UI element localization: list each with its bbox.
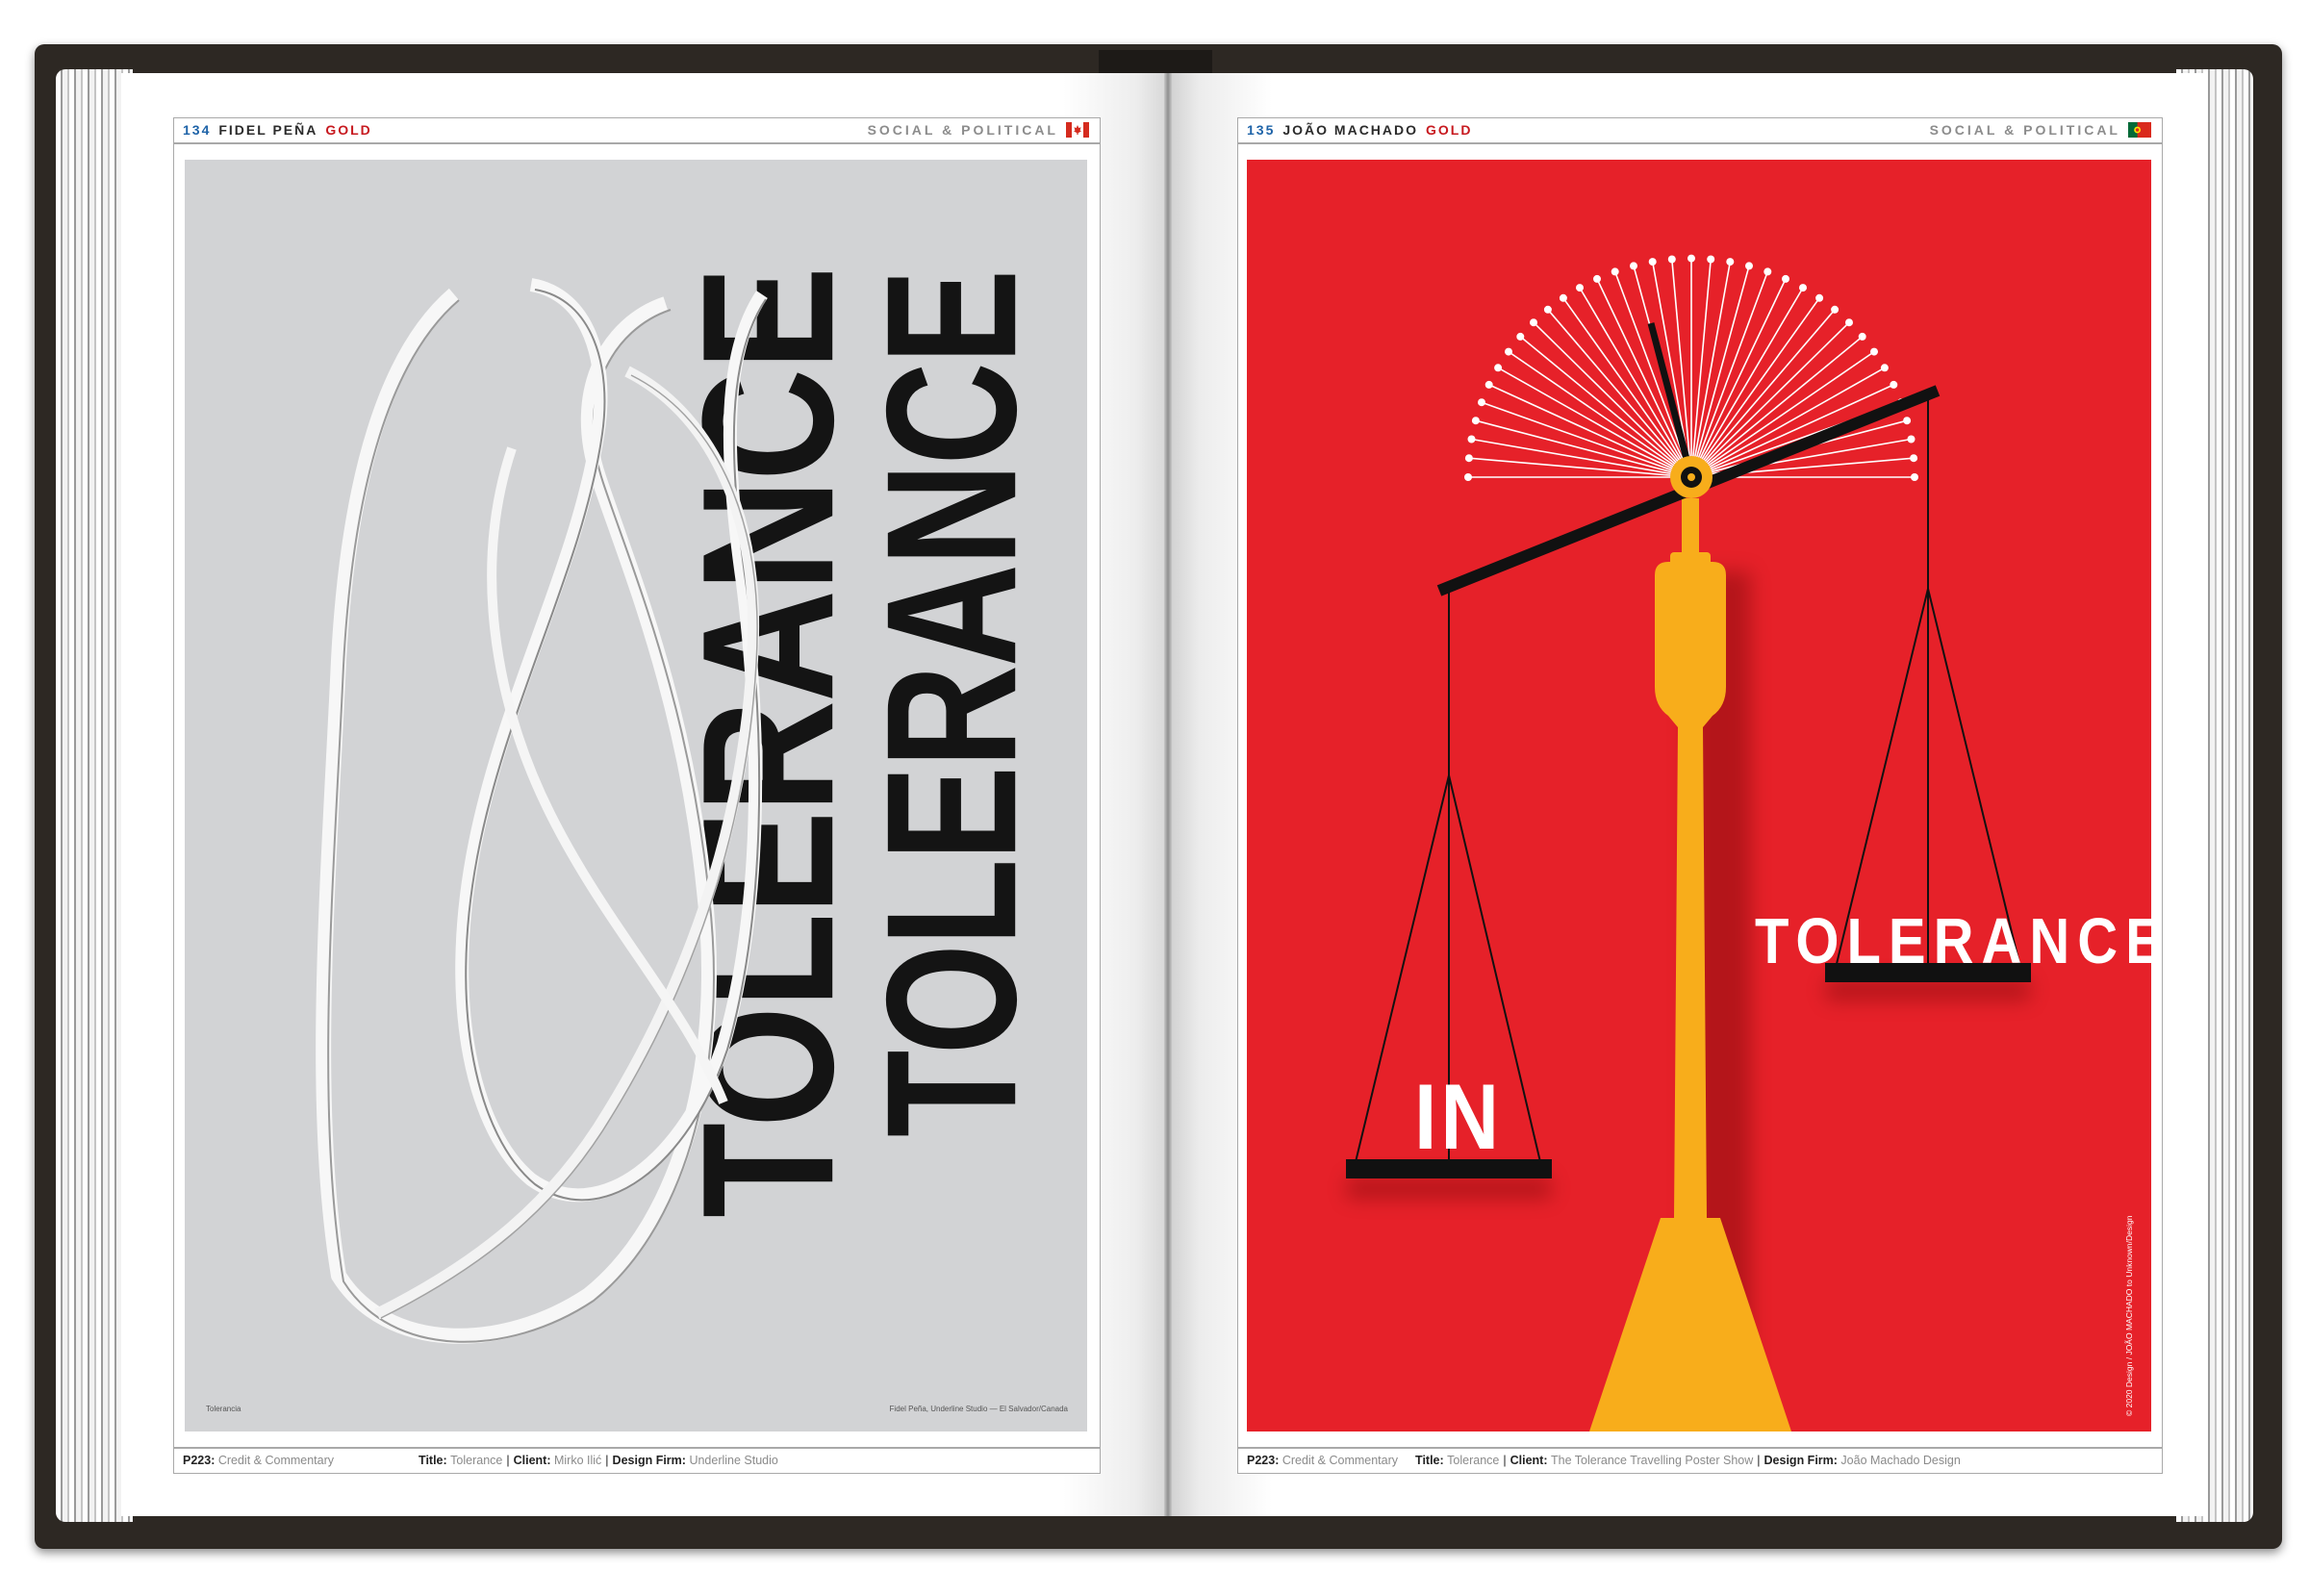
footer-client-label: Client:: [513, 1454, 551, 1467]
footer-ref-text: Credit & Commentary: [1281, 1454, 1399, 1467]
dial-ray: [1690, 278, 1787, 478]
book-spine-top: [1099, 50, 1212, 75]
dial-dot: [1845, 318, 1853, 327]
dial-dot: [1484, 380, 1493, 389]
category-label: SOCIAL & POLITICAL: [1929, 122, 2120, 138]
award-label: GOLD: [1426, 122, 1473, 138]
dial-dot: [1903, 417, 1912, 425]
dial-dot: [1799, 284, 1807, 292]
left-category: SOCIAL & POLITICAL: [868, 117, 1089, 142]
torn-paper-strips: [316, 278, 768, 1344]
dial-dot: [1907, 435, 1916, 443]
footer-client: Mirko Ilić: [553, 1454, 602, 1467]
dial-dot: [1870, 347, 1878, 356]
dial-dot: [1630, 262, 1637, 270]
poster-copyright: © 2020 Design / JOÃO MACHADO to Unknown/…: [2124, 1215, 2134, 1416]
poster-caption-left: Tolerancia: [206, 1405, 241, 1413]
dial-dot: [1471, 417, 1480, 425]
dial-dot: [1910, 454, 1918, 463]
dial-dot: [1530, 318, 1537, 327]
footer-client-label: Client:: [1510, 1454, 1548, 1467]
dial-dot: [1543, 305, 1552, 314]
dial-dot: [1726, 258, 1735, 266]
dial-dot: [1593, 274, 1601, 283]
award-label: GOLD: [325, 122, 372, 138]
dial-dot: [1745, 262, 1753, 270]
tolerance-poster: TOLERANCE TOLERANCE Tolerancia Fidel Peñ…: [185, 160, 1087, 1431]
right-page-header: 135 JOÃO MACHADO GOLD: [1247, 117, 1472, 142]
dial-dot: [1648, 258, 1657, 266]
page-number: 135: [1247, 122, 1276, 138]
poster-caption-right: Fidel Peña, Underline Studio — El Salvad…: [889, 1405, 1068, 1413]
dial-dot: [1707, 255, 1715, 264]
dial-dot: [1815, 293, 1824, 302]
poster-word-in: IN: [1414, 1064, 1503, 1169]
dial-dot: [1464, 473, 1472, 481]
page-number: 134: [183, 122, 212, 138]
dial-dot: [1890, 380, 1898, 389]
dial-dot: [1505, 347, 1512, 356]
footer-title: Tolerance: [450, 1454, 503, 1467]
dial-dot: [1831, 305, 1840, 314]
dial-ray: [1596, 278, 1692, 478]
dial-dot: [1763, 267, 1772, 276]
footer-ref-text: Credit & Commentary: [217, 1454, 335, 1467]
right-category: SOCIAL & POLITICAL: [1930, 117, 2151, 142]
portugal-flag-icon: [2128, 122, 2151, 138]
intolerance-poster: IN TOLERANCE © 2020 Design / JOÃO MACHAD…: [1247, 160, 2151, 1431]
balance-scale-illustration: [1346, 254, 2031, 1431]
footer-client: The Tolerance Travelling Poster Show: [1550, 1454, 1754, 1467]
dial-dot: [1880, 364, 1889, 372]
dial-dot: [1467, 435, 1476, 443]
right-scale-pan: [1825, 396, 2031, 982]
footer-ref-label: P223:: [183, 1454, 216, 1467]
dial-dot: [1576, 284, 1584, 292]
left-page-header: 134 FIDEL PEÑA GOLD: [183, 117, 372, 142]
right-page-footer: P223: Credit & Commentary Title: Toleran…: [1247, 1454, 1961, 1467]
footer-firm-label: Design Firm:: [1763, 1454, 1838, 1467]
poster-word-tolerance: TOLERANCE: [1755, 905, 2151, 977]
left-page-footer: P223: Credit & Commentary Title: Toleran…: [183, 1454, 778, 1467]
dial-dot: [1464, 454, 1473, 463]
left-header-rule: [173, 142, 1101, 144]
footer-firm: Underline Studio: [689, 1454, 778, 1467]
dial-dot: [1559, 293, 1567, 302]
dial-dot: [1911, 473, 1918, 481]
dial-dot: [1478, 398, 1485, 407]
dial-dot: [1516, 332, 1525, 341]
book-gutter: [1164, 73, 1172, 1516]
dial-dot: [1494, 364, 1503, 372]
designer-name: JOÃO MACHADO: [1282, 122, 1419, 138]
footer-firm-label: Design Firm:: [612, 1454, 686, 1467]
canada-flag-icon: [1066, 122, 1089, 138]
dial-dot: [1611, 267, 1619, 276]
dial-ray: [1690, 384, 1894, 478]
protractor-dial: [1464, 254, 1918, 481]
footer-ref-label: P223:: [1247, 1454, 1280, 1467]
dial-dot: [1687, 254, 1695, 263]
dial-ray: [1488, 384, 1692, 478]
category-label: SOCIAL & POLITICAL: [867, 122, 1058, 138]
dial-dot: [1782, 274, 1789, 283]
footer-title-label: Title:: [419, 1454, 447, 1467]
designer-name: FIDEL PEÑA: [218, 122, 318, 138]
dial-dot: [1667, 255, 1676, 264]
right-header-rule: [1237, 142, 2163, 144]
footer-title-label: Title:: [1415, 1454, 1444, 1467]
footer-title: Tolerance: [1447, 1454, 1500, 1467]
footer-firm: João Machado Design: [1840, 1454, 1961, 1467]
dial-dot: [1858, 332, 1866, 341]
